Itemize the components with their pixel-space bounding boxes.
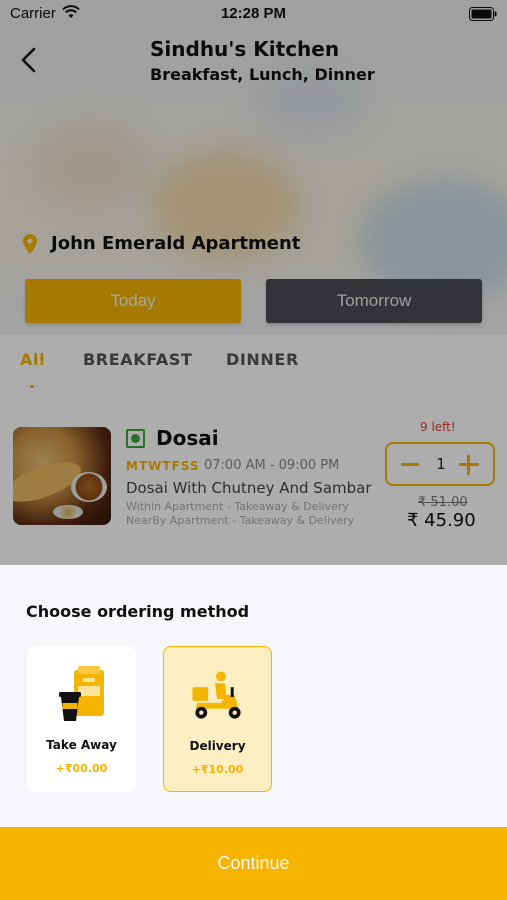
modal-backdrop[interactable] <box>0 0 507 565</box>
sheet-title: Choose ordering method <box>26 602 250 621</box>
takeaway-option[interactable]: Take Away +₹00.00 <box>27 646 136 792</box>
takeaway-label: Take Away <box>46 738 117 752</box>
delivery-price: +₹10.00 <box>191 763 244 776</box>
delivery-label: Delivery <box>189 739 246 753</box>
takeaway-price: +₹00.00 <box>55 762 108 775</box>
continue-button[interactable]: Continue <box>0 827 507 900</box>
takeaway-bag-cup-icon <box>59 666 104 721</box>
delivery-option[interactable]: Delivery +₹10.00 <box>163 646 272 792</box>
delivery-scooter-icon <box>192 671 241 719</box>
